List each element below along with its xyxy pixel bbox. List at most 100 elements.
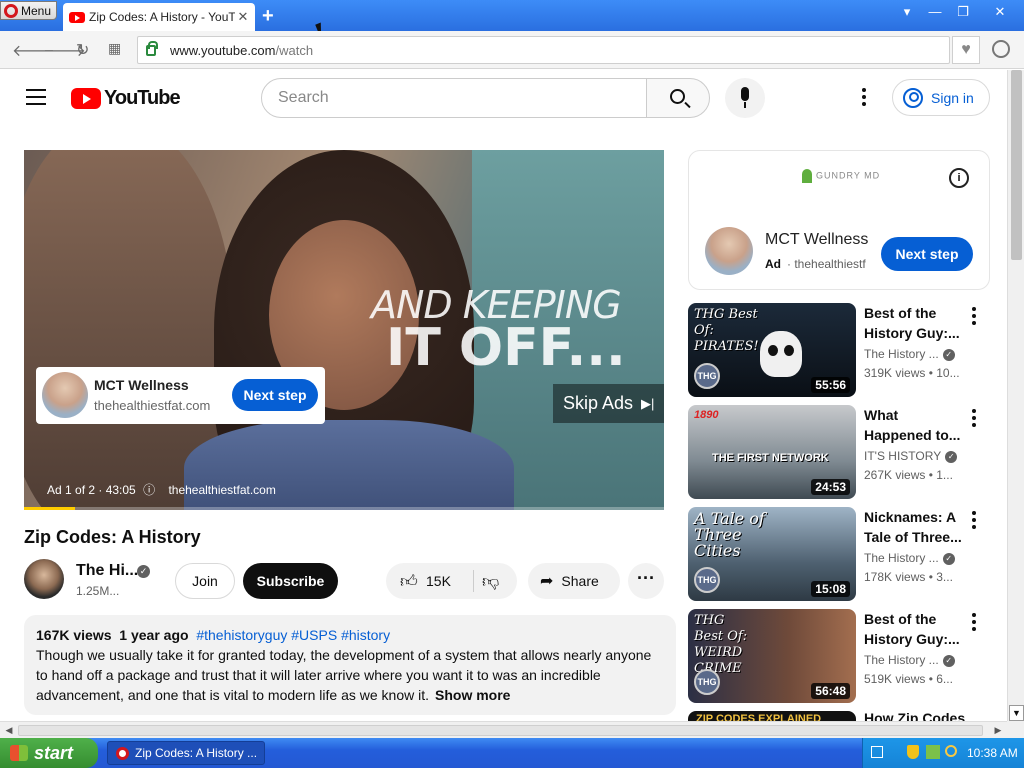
start-label: start [34, 742, 74, 763]
description-box[interactable]: 167K views 1 year ago #thehistoryguy #US… [24, 615, 676, 715]
ad-overlay-card[interactable]: MCT Wellness thehealthiestfat.com Next s… [36, 367, 325, 424]
recommendation-menu-icon[interactable] [972, 307, 976, 328]
recommendation-menu-icon[interactable] [972, 511, 976, 532]
video-thumbnail[interactable]: THG Best Of: WEIRD CRIME THG 56:48 [688, 609, 856, 703]
video-thumbnail[interactable]: A Tale of Three Cities THG 15:08 [688, 507, 856, 601]
network-icon[interactable] [926, 745, 940, 759]
recommendation-channel: The History ... ✓ [864, 653, 955, 667]
taskbar-window-button[interactable]: Zip Codes: A History ... [107, 741, 265, 765]
view-count: 167K views [36, 627, 112, 643]
bookmark-heart-icon[interactable]: ♥ [952, 36, 980, 64]
sign-in-button[interactable]: Sign in [892, 79, 990, 116]
new-tab-button[interactable]: + [262, 5, 274, 28]
ad-headline-line2: IT OFF... [386, 318, 626, 378]
youtube-favicon-icon [69, 11, 85, 23]
show-more-link[interactable]: Show more [435, 687, 510, 703]
verified-badge-icon: ✓ [137, 565, 150, 578]
channel-avatar[interactable] [24, 559, 64, 599]
ad-progress-fill [24, 507, 76, 510]
maximize-button[interactable]: ❐ [952, 2, 974, 22]
browser-toolbar: 🡐 🡒 ↻ ▦ www.youtube.com/watch [0, 31, 1024, 69]
speed-dial-icon[interactable]: ▦ [108, 40, 121, 57]
browser-tab-active[interactable]: Zip Codes: A History - YouTube ✕ [63, 3, 255, 31]
search-input[interactable]: Search [261, 78, 647, 118]
youtube-wordmark: YouTube [104, 87, 181, 109]
description-line-3: advancement, and one that is vital to mo… [36, 687, 429, 703]
scroll-left-arrow-icon[interactable]: ◀ [1, 722, 17, 738]
horizontal-scroll-thumb[interactable] [18, 725, 983, 736]
scroll-down-arrow-icon[interactable]: ▼ [1009, 705, 1024, 721]
subscribe-button[interactable]: Subscribe [243, 563, 338, 599]
security-shield-icon[interactable] [907, 745, 919, 759]
skull-flag-icon [760, 331, 802, 377]
thg-logo-icon: THG [694, 669, 720, 695]
tab-close-icon[interactable]: ✕ [235, 9, 251, 25]
skip-ads-button[interactable]: Skip Ads ▶| [553, 384, 664, 423]
search-button[interactable] [646, 78, 710, 118]
sidebar-ad-domain: thehealthiestf [794, 257, 866, 271]
start-button[interactable]: start [0, 738, 98, 768]
description-line-2: to hand off a package and trust that it … [36, 667, 601, 683]
recommendation-item[interactable]: THG Best Of: PIRATES! THG 55:56 Best of … [688, 303, 990, 397]
windows-flag-icon [10, 745, 28, 761]
ad-link[interactable]: thehealthiestfat.com [168, 483, 275, 497]
search-tray-icon[interactable] [945, 745, 957, 757]
thumbs-down-icon[interactable]: 👎︎ [482, 571, 499, 592]
microphone-icon [741, 87, 749, 101]
horizontal-scrollbar[interactable]: ◀ ▶ [0, 721, 1007, 738]
ad-next-step-button[interactable]: Next step [232, 379, 318, 411]
ad-info-icon[interactable]: i [949, 168, 969, 188]
search-icon [670, 89, 685, 104]
hashtags[interactable]: #thehistoryguy #USPS #history [196, 627, 390, 643]
share-button[interactable]: ➦ Share [528, 563, 620, 599]
recommendation-title: Nicknames: A Tale of Three... [864, 509, 962, 545]
sidebar-ad-name: MCT Wellness [765, 231, 869, 248]
advertiser-avatar [705, 227, 753, 275]
browser-menu-button[interactable]: Menu [0, 1, 57, 20]
verified-badge-icon: ✓ [942, 552, 955, 565]
like-count[interactable]: 15K [426, 573, 451, 589]
reload-icon[interactable]: ↻ [76, 40, 89, 60]
close-window-button[interactable]: ✕ [980, 2, 1020, 22]
recommendation-item[interactable]: THG Best Of: WEIRD CRIME THG 56:48 Best … [688, 609, 990, 703]
brand-label: GUNDRY MD [816, 170, 881, 181]
sign-in-label: Sign in [931, 89, 974, 106]
recommendation-item[interactable]: A Tale of Three Cities THG 15:08 Nicknam… [688, 507, 990, 601]
share-arrow-icon: ➦ [540, 573, 554, 590]
video-thumbnail[interactable]: ZIP CODES EXPLAINED [688, 711, 856, 721]
video-thumbnail[interactable]: THG Best Of: PIRATES! THG 55:56 [688, 303, 856, 397]
youtube-logo[interactable]: YouTube [71, 87, 181, 110]
vertical-scroll-thumb[interactable] [1011, 70, 1022, 260]
sidebar-next-step-button[interactable]: Next step [881, 237, 973, 271]
ad-info-icon[interactable]: ⓘ [143, 483, 155, 497]
sidebar-ad-meta: Ad · thehealthiestf [765, 257, 866, 271]
address-bar[interactable]: www.youtube.com/watch [137, 36, 950, 64]
recommendation-item[interactable]: 1890 THE FIRST NETWORK 24:53 What Happene… [688, 405, 990, 499]
video-duration: 55:56 [811, 377, 850, 393]
ad-progress-bar[interactable] [24, 507, 664, 510]
join-button[interactable]: Join [175, 563, 235, 599]
sidebar-ad-card[interactable]: GUNDRY MD i MCT Wellness Ad · thehealthie… [688, 150, 990, 290]
youtube-play-icon [71, 88, 101, 109]
ad-advertiser-name: MCT Wellness [94, 377, 189, 393]
video-player[interactable]: AND KEEPING IT OFF... MCT Wellness thehe… [24, 150, 664, 510]
recommendation-menu-icon[interactable] [972, 409, 976, 430]
voice-search-button[interactable] [725, 78, 765, 118]
thumbs-up-icon[interactable]: 👍︎ [400, 571, 418, 592]
hamburger-menu-icon[interactable] [26, 89, 46, 110]
recommendation-channel: IT'S HISTORY ✓ [864, 449, 958, 463]
settings-kebab-icon[interactable] [862, 88, 866, 109]
vertical-scrollbar[interactable]: ▼ [1007, 70, 1024, 721]
more-actions-button[interactable]: ··· [628, 563, 664, 599]
minimize-button[interactable]: — [924, 2, 946, 22]
browser-account-icon[interactable] [992, 40, 1010, 58]
scroll-right-arrow-icon[interactable]: ▶ [990, 722, 1006, 738]
video-thumbnail[interactable]: 1890 THE FIRST NETWORK 24:53 [688, 405, 856, 499]
recommendation-title: Best of the History Guy:... [864, 305, 960, 341]
channel-name[interactable]: The Hi... [76, 562, 138, 580]
recommendation-item[interactable]: ZIP CODES EXPLAINED How Zip Codes [688, 711, 990, 721]
keyboard-icon[interactable] [871, 746, 883, 758]
lock-icon [146, 40, 158, 56]
tab-list-icon[interactable]: ▾ [896, 2, 918, 22]
recommendation-menu-icon[interactable] [972, 613, 976, 634]
